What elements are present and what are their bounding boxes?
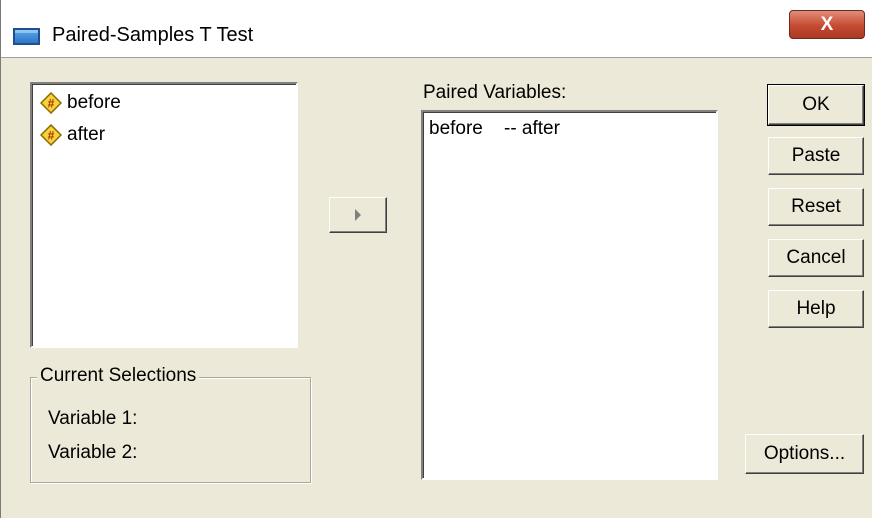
close-icon: X xyxy=(820,13,834,35)
list-item-label: after xyxy=(67,124,106,145)
svg-text:#: # xyxy=(48,129,55,143)
title-bar[interactable]: Paired-Samples T Test X xyxy=(1,0,872,58)
cancel-button[interactable]: Cancel xyxy=(768,239,864,277)
window-title: Paired-Samples T Test xyxy=(52,24,254,46)
paired-variables-list[interactable]: before -- after xyxy=(421,110,718,480)
options-button[interactable]: Options... xyxy=(745,434,864,474)
numeric-variable-icon: # xyxy=(40,124,62,146)
close-button[interactable]: X xyxy=(789,10,865,39)
numeric-variable-icon: # xyxy=(40,92,62,114)
source-variable-list[interactable]: # before # after xyxy=(30,82,298,348)
ok-button[interactable]: OK xyxy=(767,84,865,126)
current-selections-title: Current Selections xyxy=(37,365,200,387)
svg-text:#: # xyxy=(48,97,55,111)
current-selections-group: Current Selections Variable 1: Variable … xyxy=(30,365,311,483)
list-item-before[interactable]: # before xyxy=(40,90,121,116)
paired-variables-label: Paired Variables: xyxy=(423,82,567,103)
variable-2-label: Variable 2: xyxy=(48,442,138,463)
pair-row[interactable]: before -- after xyxy=(429,118,560,140)
paste-button[interactable]: Paste xyxy=(768,137,864,175)
pair-variable-1: before xyxy=(429,118,483,139)
reset-button[interactable]: Reset xyxy=(768,188,864,226)
window-icon xyxy=(13,28,40,45)
variable-1-label: Variable 1: xyxy=(48,408,138,429)
list-item-label: before xyxy=(67,92,121,113)
paired-samples-dialog: Paired-Samples T Test X # before # after xyxy=(0,0,872,518)
help-button[interactable]: Help xyxy=(768,290,864,328)
pair-variable-2: -- after xyxy=(504,118,560,139)
move-to-paired-button[interactable] xyxy=(329,197,387,233)
arrow-right-icon xyxy=(355,209,361,221)
list-item-after[interactable]: # after xyxy=(40,122,105,148)
